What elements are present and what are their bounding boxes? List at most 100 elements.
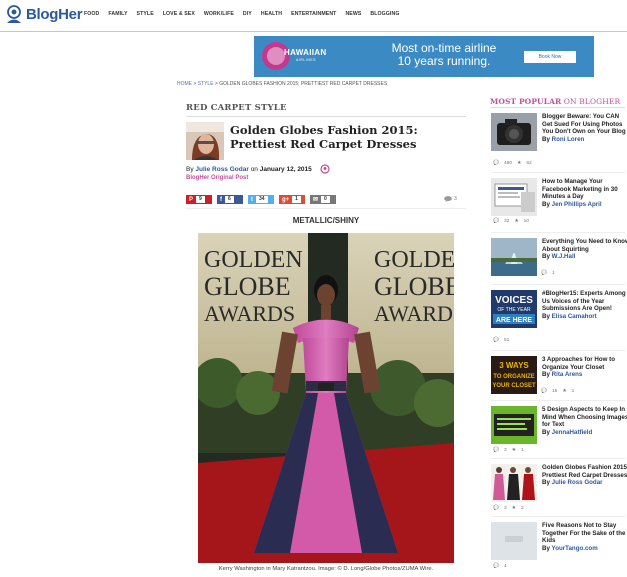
comment-icon: 💬 — [541, 271, 547, 276]
ad-headline: Most on-time airline 10 years running. — [364, 42, 524, 68]
facebook-share-button[interactable]: f 6 — [217, 195, 243, 204]
popular-author[interactable]: JennaHatfield — [552, 429, 593, 436]
nav-item-news[interactable]: NEWS — [345, 11, 361, 17]
voices-subtitle: OF THE YEAR — [497, 307, 531, 313]
popular-thumb-globes[interactable] — [491, 464, 537, 502]
popular-stars: 1 — [571, 389, 575, 394]
twitter-share-button[interactable]: t 34 — [248, 195, 274, 204]
divider — [186, 116, 466, 117]
popular-title[interactable]: How to Manage Your Facebook Marketing in… — [542, 178, 627, 201]
popular-thumb-computer[interactable] — [491, 178, 537, 216]
popular-thumb-voices[interactable]: VOICES OF THE YEAR ARE HERE — [491, 290, 537, 328]
popular-title[interactable]: Blogger Beware: You CAN Get Sued For Usi… — [542, 113, 627, 136]
nav-item-health[interactable]: HEALTH — [261, 11, 282, 17]
nav-item-family[interactable]: FAMILY — [108, 11, 127, 17]
ad-banner[interactable]: HAWAIIAN AIRLINES Most on-time airline 1… — [254, 36, 594, 77]
article-kicker[interactable]: RED CARPET STYLE — [186, 103, 287, 113]
popular-title[interactable]: #BlogHer15: Experts Among Us Voices of t… — [542, 290, 627, 313]
popular-author[interactable]: W.J.Hall — [552, 253, 576, 260]
nav-item-style[interactable]: STYLE — [137, 11, 154, 17]
popular-author[interactable]: Roni Loren — [552, 136, 585, 143]
design-thumbnail — [491, 406, 537, 444]
byline: By Julie Ross Godar on January 12, 2015 — [186, 166, 312, 173]
voices-title: VOICES — [495, 295, 533, 306]
popular-thumb-design[interactable] — [491, 406, 537, 444]
ad-headline-line2: 10 years running. — [397, 54, 491, 68]
popular-meta: 💬 15 ★ 1 — [541, 389, 574, 394]
nav-item-love-sex[interactable]: LOVE & SEX — [163, 11, 195, 17]
googleplus-share-button[interactable]: g+ 1 — [279, 195, 305, 204]
popular-author[interactable]: Rita Arens — [552, 371, 583, 378]
popular-author[interactable]: Jen Phillips April — [552, 201, 602, 208]
article-photo[interactable]: GOLDEN GLOBE AWARDS GOLDEN GLOBE AWARDS — [198, 233, 454, 563]
googleplus-icon: g+ — [282, 196, 290, 203]
hawaiian-logo-flower — [267, 47, 285, 65]
computer-thumbnail — [491, 178, 537, 216]
popular-title[interactable]: 3 Approaches for How to Organize Your Cl… — [542, 356, 627, 371]
original-post-label[interactable]: BlogHer Original Post — [186, 175, 248, 181]
blogher-badge-icon — [320, 164, 330, 174]
popular-title[interactable]: Golden Globes Fashion 2015: Prettiest Re… — [542, 464, 627, 479]
comment-count[interactable]: 3 — [444, 196, 457, 202]
photo-text-awards-left: AWARDS — [204, 301, 295, 326]
nav-item-diy[interactable]: DIY — [243, 11, 252, 17]
divider — [491, 458, 625, 459]
breadcrumb-style[interactable]: STYLE — [198, 81, 214, 87]
popular-meta: 💬 4 — [493, 564, 507, 569]
popular-title[interactable]: Everything You Need to Know About Squirt… — [542, 238, 627, 253]
comment-icon: 💬 — [493, 564, 499, 569]
popular-author[interactable]: Julie Ross Godar — [552, 479, 603, 486]
voices-tagline: ARE HERE — [496, 317, 533, 324]
star-icon: ★ — [511, 448, 516, 453]
popular-by: By — [542, 253, 550, 261]
author-avatar[interactable] — [186, 122, 224, 160]
popular-meta: 💬 480 ★ 62 — [493, 161, 532, 166]
divider — [491, 172, 625, 173]
article-title: Golden Globes Fashion 2015: Prettiest Re… — [230, 123, 418, 151]
popular-thumb-closet[interactable]: 3 WAYS TO ORGANIZE YOUR CLOSET — [491, 356, 537, 394]
popular-by: By — [542, 135, 550, 143]
top-bar: BlogHer FOOD FAMILY STYLE LOVE & SEX WOR… — [0, 0, 627, 32]
twitter-icon: t — [251, 196, 253, 203]
breadcrumb-home[interactable]: HOME — [177, 81, 192, 87]
blogher-logo[interactable]: BlogHer — [4, 4, 83, 24]
popular-author[interactable]: YourTango.com — [552, 545, 598, 552]
divider — [491, 516, 625, 517]
popular-by: By — [542, 200, 550, 208]
brand-name: BlogHer — [26, 5, 83, 23]
popular-title[interactable]: Five Reasons Not to Stay Together For th… — [542, 522, 627, 545]
nav-item-food[interactable]: FOOD — [84, 11, 99, 17]
popular-by: By — [542, 544, 550, 552]
popular-meta: 💬 32 ★ 10 — [493, 219, 529, 224]
email-count: 0 — [321, 196, 330, 203]
popular-title[interactable]: 5 Design Aspects to Keep In Mind When Ch… — [542, 406, 627, 429]
popular-by: By — [542, 428, 550, 436]
nav-item-blogging[interactable]: BLOGGING — [370, 11, 399, 17]
popular-thumb-kids[interactable] — [491, 522, 537, 560]
comment-icon — [444, 196, 452, 202]
breadcrumb: HOME > STYLE > GOLDEN GLOBES FASHION 201… — [177, 81, 387, 87]
section-label: METALLIC/SHINY — [292, 216, 360, 225]
email-icon: ✉ — [313, 197, 319, 203]
ad-airline-sub: AIRLINES — [296, 58, 316, 62]
byline-author[interactable]: Julie Ross Godar — [195, 166, 248, 173]
popular-comments: 4 — [503, 564, 507, 569]
nav-item-work-life[interactable]: WORK/LIFE — [204, 11, 234, 17]
popular-thumb-camera[interactable] — [491, 113, 537, 151]
on-blogher-label: ON BLOGHER — [561, 97, 621, 106]
nav-item-entertainment[interactable]: ENTERTAINMENT — [291, 11, 336, 17]
divider — [491, 400, 625, 401]
ad-book-now-button[interactable]: Book Now — [524, 51, 576, 63]
email-share-button[interactable]: ✉ 0 — [310, 195, 336, 204]
popular-meta: 💬 3 ★ 1 — [493, 448, 524, 453]
pinterest-share-button[interactable]: P 9 — [186, 195, 212, 204]
popular-author[interactable]: Elisa Camahort — [552, 313, 597, 320]
divider — [490, 107, 625, 108]
comment-count-value: 3 — [454, 196, 457, 202]
closet-line3: YOUR CLOSET — [492, 383, 536, 389]
popular-thumb-fountain[interactable] — [491, 238, 537, 276]
most-popular-label: MOST POPULAR — [490, 97, 562, 106]
comment-icon: 💬 — [493, 161, 499, 166]
closet-line2: TO ORGANIZE — [493, 374, 535, 380]
author-photo — [186, 122, 224, 160]
